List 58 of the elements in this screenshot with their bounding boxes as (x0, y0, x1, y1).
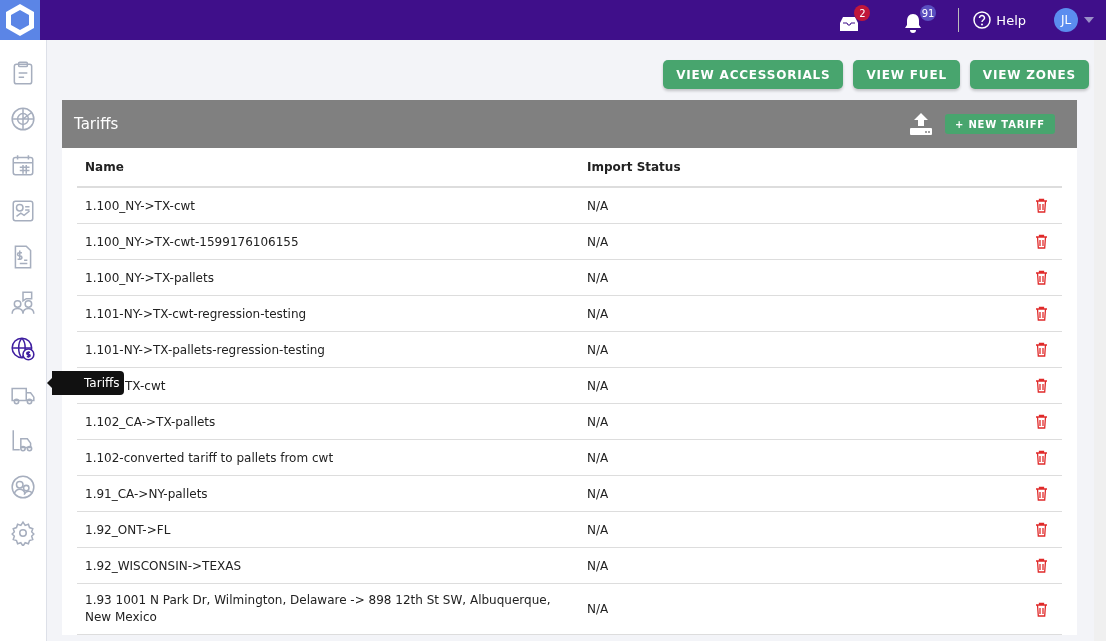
panel-title: Tariffs (74, 115, 120, 133)
trash-icon[interactable] (1035, 198, 1048, 213)
table-cell: N/A (579, 187, 946, 224)
logo-icon[interactable] (0, 0, 40, 40)
scrollbar[interactable] (1094, 40, 1106, 641)
new-tariff-button[interactable]: + NEW TARIFF (944, 114, 1055, 134)
column-header: Import Status (579, 148, 946, 187)
inbox-icon (838, 15, 861, 33)
help-icon (973, 11, 992, 29)
table-cell: N/A (579, 439, 946, 476)
upload-icon[interactable] (908, 112, 933, 136)
table-cell: N/A (579, 547, 946, 584)
table-cell: 1.92_WISCONSIN->TEXAS (77, 547, 579, 584)
globe-icon[interactable] (10, 336, 36, 362)
column-header: Name (77, 148, 579, 187)
trash-icon[interactable] (1035, 486, 1048, 501)
view-button[interactable]: VIEW ZONES (969, 60, 1089, 89)
table-cell: 1.92_ONT->FL (77, 511, 579, 548)
table-cell: 1.102_CA->TX-pallets (77, 403, 579, 440)
trash-icon[interactable] (1035, 378, 1048, 393)
table-cell: 1.100_NY->TX-cwt (77, 187, 579, 224)
table-cell: 1.91_CA->NY-pallets (77, 475, 579, 512)
table-cell: N/A (579, 583, 946, 635)
notification-badge: 91 (919, 5, 937, 21)
trash-icon[interactable] (1035, 522, 1048, 537)
trash-icon[interactable] (1035, 234, 1048, 249)
table-cell: N/A (579, 367, 946, 404)
trash-icon[interactable] (1035, 601, 1048, 617)
table-cell: N/A (579, 295, 946, 332)
table-cell: 1.101-NY->TX-pallets-regression-testing (77, 331, 579, 368)
trash-icon[interactable] (1035, 414, 1048, 429)
tooltip: Tariffs (47, 371, 124, 395)
table-cell: 1.93 1001 N Park Dr, Wilmington, Delaware -> 898 12th St SW, Albuquerque, New Mexico (77, 583, 579, 635)
table-cell: 1.100_NY->TX-cwt-1599176106155 (77, 223, 579, 260)
table-cell: 1.101-NY->TX-cwt-regression-testing (77, 295, 579, 332)
view-button[interactable]: VIEW ACCESSORIALS (663, 60, 844, 89)
table-cell: 1.100_NY->TX-pallets (77, 259, 579, 296)
trash-icon[interactable] (1035, 558, 1048, 573)
trash-icon[interactable] (1035, 270, 1048, 285)
caret-icon[interactable] (1084, 17, 1094, 23)
bell-icon (904, 13, 923, 33)
table-cell: N/A (579, 259, 946, 296)
help-link[interactable]: Help (973, 11, 1026, 29)
notifications-button[interactable]: 91 (902, 5, 937, 35)
user-avatar[interactable]: JL (1054, 8, 1078, 32)
trash-icon[interactable] (1035, 450, 1048, 465)
trash-icon[interactable] (1035, 342, 1048, 357)
table-cell: 1.102-converted tariff to pallets from cwt (77, 439, 579, 476)
inbox-button[interactable]: 2 (836, 5, 871, 35)
table-cell: N/A (579, 223, 946, 260)
view-button[interactable]: VIEW FUEL (853, 60, 960, 89)
inbox-badge: 2 (854, 5, 871, 21)
help-label[interactable]: Help (996, 12, 1026, 28)
table-cell: N/A (579, 331, 946, 368)
table-cell: N/A (579, 403, 946, 440)
trash-icon[interactable] (1035, 306, 1048, 321)
table-cell: N/A (579, 475, 946, 512)
table-cell: N/A (579, 511, 946, 548)
